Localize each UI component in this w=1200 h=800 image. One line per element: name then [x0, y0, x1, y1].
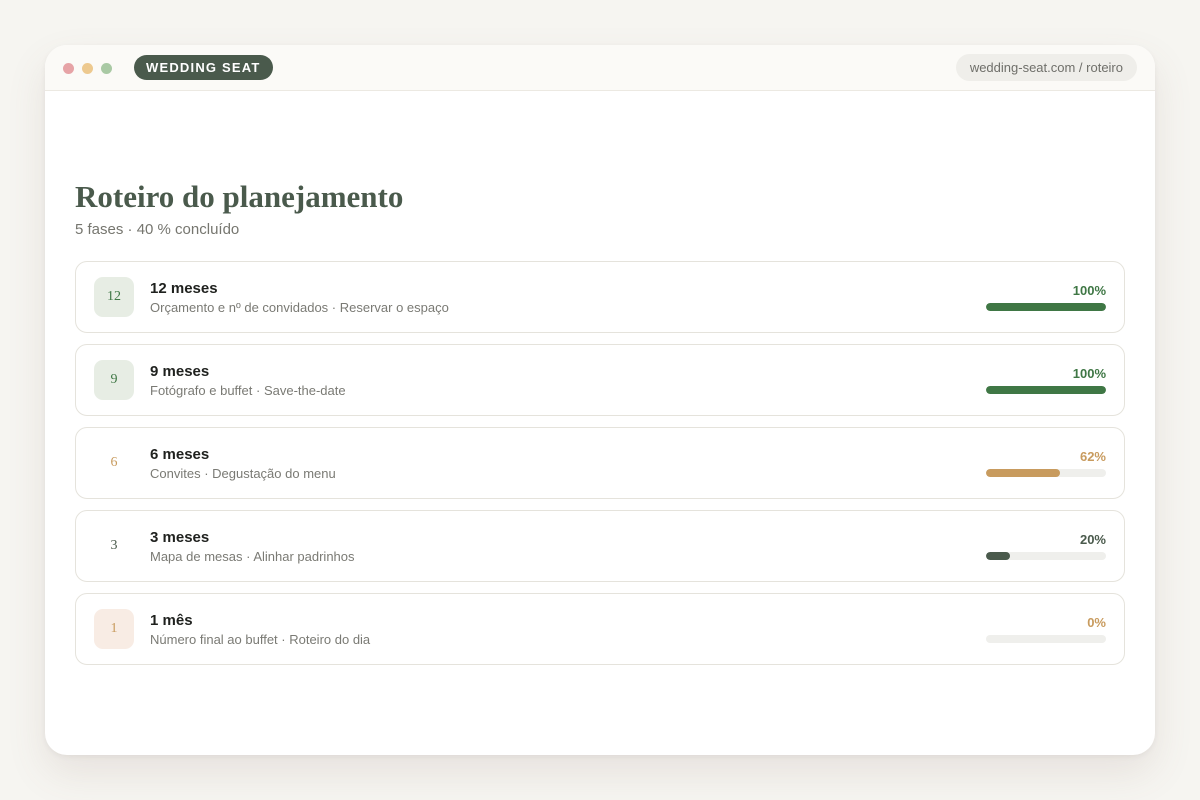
minimize-window-dot[interactable] — [82, 63, 93, 74]
close-window-dot[interactable] — [63, 63, 74, 74]
phase-title: 9 meses — [150, 363, 210, 380]
phase-percent: 20% — [1079, 532, 1106, 547]
progress-track — [986, 552, 1106, 560]
phase-tasks: Fotógrafo e buffet · Save-the-date — [150, 383, 346, 398]
phase-title: 6 meses — [150, 446, 210, 463]
phase-percent: 0% — [1087, 615, 1106, 630]
phase-card-3-meses[interactable]: 3 3 meses Mapa de mesas · Alinhar padrin… — [75, 510, 1125, 582]
phase-badge: 1 — [94, 609, 134, 649]
phase-percent: 100% — [1072, 283, 1106, 298]
title-bar: WEDDING SEAT wedding-seat.com / roteiro — [45, 45, 1155, 91]
page-subtitle: 5 fases · 40 % concluído — [75, 221, 240, 238]
phase-badge: 3 — [94, 526, 134, 566]
progress-fill — [986, 552, 1010, 560]
phase-card-9-meses[interactable]: 9 9 meses Fotógrafo e buffet · Save-the-… — [75, 344, 1125, 416]
phase-tasks: Mapa de mesas · Alinhar padrinhos — [150, 549, 355, 564]
main-content: Roteiro do planejamento 5 fases · 40 % c… — [75, 91, 1125, 676]
phase-badge: 12 — [94, 277, 134, 317]
phase-title: 1 mês — [150, 612, 193, 629]
progress-track — [986, 303, 1106, 311]
progress-fill — [986, 469, 1061, 477]
phase-list: 12 12 meses Orçamento e nº de convidados… — [75, 261, 1125, 665]
phase-badge: 9 — [94, 360, 134, 400]
phase-card-12-meses[interactable]: 12 12 meses Orçamento e nº de convidados… — [75, 261, 1125, 333]
page-title: Roteiro do planejamento — [75, 179, 404, 214]
url-bar[interactable]: wedding-seat.com / roteiro — [955, 54, 1137, 81]
phase-title: 3 meses — [150, 529, 210, 546]
brand-badge: WEDDING SEAT — [134, 55, 273, 80]
phase-title: 12 meses — [150, 280, 218, 297]
app-window: WEDDING SEAT wedding-seat.com / roteiro … — [45, 45, 1155, 755]
maximize-window-dot[interactable] — [101, 63, 112, 74]
phase-percent: 100% — [1072, 366, 1106, 381]
phase-badge: 6 — [94, 443, 134, 483]
phase-card-6-meses[interactable]: 6 6 meses Convites · Degustação do menu … — [75, 427, 1125, 499]
progress-fill — [986, 386, 1106, 394]
progress-track — [986, 386, 1106, 394]
progress-track — [986, 635, 1106, 643]
phase-card-1-mes[interactable]: 1 1 mês Número final ao buffet · Roteiro… — [75, 593, 1125, 665]
progress-track — [986, 469, 1106, 477]
progress-fill — [986, 303, 1106, 311]
phase-tasks: Convites · Degustação do menu — [150, 466, 336, 481]
phase-percent: 62% — [1079, 449, 1106, 464]
phase-tasks: Orçamento e nº de convidados · Reservar … — [150, 300, 449, 315]
phase-tasks: Número final ao buffet · Roteiro do dia — [150, 632, 371, 647]
